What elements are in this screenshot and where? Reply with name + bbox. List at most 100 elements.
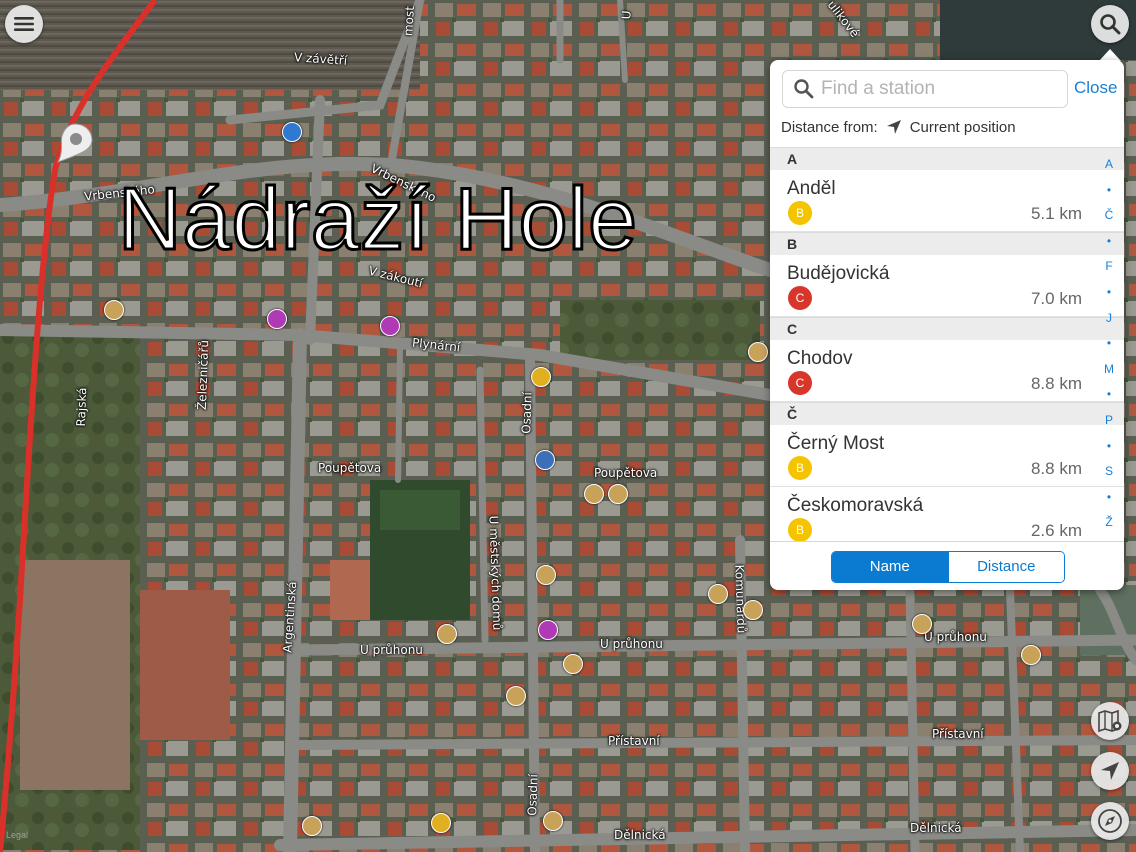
search-icon — [794, 79, 814, 99]
distance-from-row[interactable]: Distance from: Current position — [781, 118, 1016, 136]
street-label: Železničářů — [194, 339, 212, 411]
index-dot[interactable]: • — [1099, 434, 1119, 460]
index-letter[interactable]: M — [1099, 357, 1119, 383]
map-layers-icon — [1098, 709, 1122, 733]
index-dot[interactable]: • — [1099, 485, 1119, 511]
search-button[interactable] — [1091, 5, 1129, 43]
sort-by-distance-button[interactable]: Distance — [947, 552, 1064, 582]
menu-button[interactable] — [5, 5, 43, 43]
poi-restaurant-icon[interactable] — [437, 624, 457, 644]
street-label: Přístavní — [608, 734, 660, 748]
sort-segmented-control[interactable]: Name Distance — [831, 551, 1065, 583]
street-label: Komunardů — [732, 564, 749, 634]
line-badge-b: B — [788, 201, 812, 225]
section-header: B — [770, 232, 1124, 255]
index-letter[interactable]: S — [1099, 459, 1119, 485]
station-list[interactable]: A Anděl B 5.1 km B Budějovická C 7.0 km … — [770, 147, 1124, 545]
street-label: Rajská — [73, 387, 90, 427]
station-name: Černý Most — [787, 433, 885, 454]
section-header: A — [770, 147, 1124, 170]
index-letter[interactable]: Ž — [1099, 510, 1119, 536]
poi-museum-icon[interactable] — [608, 484, 628, 504]
alphabet-index[interactable]: A • Č • F • J • M • P • S • Ž — [1099, 152, 1119, 536]
station-item-chodov[interactable]: Chodov C 8.8 km — [770, 340, 1124, 402]
poi-restaurant-icon[interactable] — [743, 600, 763, 620]
poi-shop-icon[interactable] — [431, 813, 451, 833]
station-search-panel: Close Distance from: Current position A … — [770, 60, 1124, 590]
street-label: Dělnická — [614, 828, 666, 842]
distance-from-value[interactable]: Current position — [910, 119, 1016, 136]
station-item-ceskomoravska[interactable]: Českomoravská B 2.6 km — [770, 487, 1124, 545]
station-name: Anděl — [787, 178, 836, 199]
street-label: Poupětova — [594, 466, 658, 480]
compass-button[interactable] — [1091, 802, 1129, 840]
street-label: Dělnická — [910, 821, 962, 835]
sort-by-name-button[interactable]: Name — [832, 552, 948, 582]
index-letter[interactable]: J — [1099, 306, 1119, 332]
station-distance: 7.0 km — [1030, 289, 1082, 308]
poi-restaurant-icon[interactable] — [104, 300, 124, 320]
poi-restaurant-icon[interactable] — [536, 565, 556, 585]
poi-restaurant-icon[interactable] — [708, 584, 728, 604]
poi-restaurant-icon[interactable] — [912, 614, 932, 634]
station-search-input[interactable] — [821, 77, 1059, 101]
station-name: Chodov — [787, 348, 853, 369]
street-label: U průhonu — [600, 637, 663, 651]
poi-shop-icon[interactable] — [531, 367, 551, 387]
line-badge-b: B — [788, 518, 812, 542]
distance-from-label: Distance from: — [781, 118, 878, 136]
index-dot[interactable]: • — [1099, 331, 1119, 357]
poi-restaurant-icon[interactable] — [302, 816, 322, 836]
compass-icon — [1098, 809, 1122, 833]
index-dot[interactable]: • — [1099, 229, 1119, 255]
legal-watermark[interactable]: Legal — [6, 830, 28, 840]
poi-restaurant-icon[interactable] — [563, 654, 583, 674]
section-header: C — [770, 317, 1124, 340]
index-dot[interactable]: • — [1099, 178, 1119, 204]
poi-restaurant-icon[interactable] — [543, 811, 563, 831]
locate-arrow-icon — [1101, 762, 1119, 780]
station-name: Českomoravská — [787, 495, 924, 516]
poi-museum-icon[interactable] — [535, 450, 555, 470]
poi-restaurant-icon[interactable] — [1021, 645, 1041, 665]
street-label: most — [400, 5, 418, 37]
station-search-box[interactable] — [782, 70, 1068, 108]
poi-restaurant-icon[interactable] — [506, 686, 526, 706]
station-distance: 5.1 km — [1030, 204, 1082, 223]
index-dot[interactable]: • — [1099, 382, 1119, 408]
menu-icon — [14, 17, 34, 31]
poi-bar-icon[interactable] — [267, 309, 287, 329]
street-label: Přístavní — [932, 727, 984, 741]
street-label: U průhonu — [360, 643, 423, 657]
index-letter[interactable]: Č — [1099, 203, 1119, 229]
station-title-clip: Nádraží Hole — [0, 150, 770, 280]
close-button[interactable]: Close — [1074, 78, 1117, 98]
search-icon — [1100, 14, 1121, 35]
poi-restaurant-icon[interactable] — [748, 342, 768, 362]
station-item-andel[interactable]: Anděl B 5.1 km — [770, 170, 1124, 232]
index-letter[interactable]: A — [1099, 152, 1119, 178]
street-label: Osadní — [525, 773, 541, 817]
section-header: Č — [770, 402, 1124, 425]
poi-bar-icon[interactable] — [380, 316, 400, 336]
station-name: Budějovická — [787, 263, 890, 284]
panel-divider — [770, 541, 1124, 542]
line-badge-b: B — [788, 456, 812, 480]
poi-museum-icon[interactable] — [584, 484, 604, 504]
index-letter[interactable]: F — [1099, 254, 1119, 280]
street-label: U — [619, 10, 634, 20]
station-title: Nádraží Hole — [117, 168, 639, 270]
locate-button[interactable] — [1091, 752, 1129, 790]
street-label: Osadní — [519, 391, 535, 435]
street-label: U průhonu — [924, 630, 987, 644]
station-distance: 2.6 km — [1030, 521, 1082, 540]
poi-fuel-icon[interactable] — [282, 122, 302, 142]
station-item-cerny-most[interactable]: Černý Most B 8.8 km — [770, 425, 1124, 487]
station-distance: 8.8 km — [1030, 459, 1082, 478]
map-layers-button[interactable] — [1091, 702, 1129, 740]
station-distance: 8.8 km — [1030, 374, 1082, 393]
index-letter[interactable]: P — [1099, 408, 1119, 434]
station-item-budejovicka[interactable]: Budějovická C 7.0 km — [770, 255, 1124, 317]
index-dot[interactable]: • — [1099, 280, 1119, 306]
poi-bar-icon[interactable] — [538, 620, 558, 640]
